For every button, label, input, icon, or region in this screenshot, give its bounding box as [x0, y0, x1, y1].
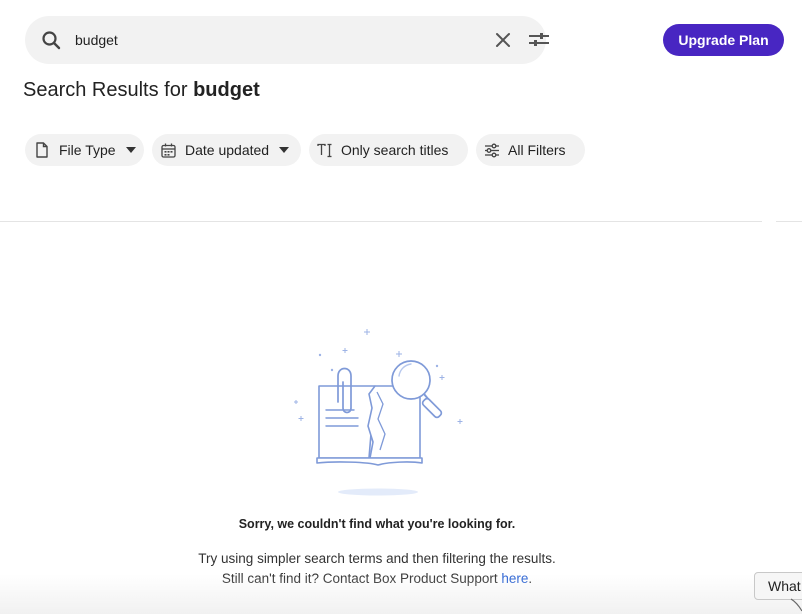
page-title-query: budget	[193, 79, 260, 101]
help-tab-label: What	[768, 578, 801, 594]
search-icon	[42, 31, 61, 50]
only-search-titles-label: Only search titles	[341, 142, 449, 158]
page-title: Search Results for budget	[23, 79, 260, 102]
date-updated-filter-label: Date updated	[185, 142, 270, 158]
contact-support-link[interactable]: here	[501, 571, 528, 586]
search-bar[interactable]	[25, 16, 549, 64]
file-type-filter[interactable]: File Type	[25, 134, 144, 166]
date-updated-filter[interactable]: Date updated	[152, 134, 301, 166]
file-icon	[36, 142, 48, 158]
empty-state-trailing: .	[528, 571, 533, 586]
text-cursor-icon	[317, 143, 332, 157]
file-type-filter-label: File Type	[59, 142, 116, 158]
results-divider	[0, 221, 802, 222]
chevron-down-icon	[125, 147, 136, 153]
corner-curve-icon	[790, 598, 802, 612]
search-input[interactable]	[75, 30, 455, 50]
all-filters-label: All Filters	[508, 142, 566, 158]
empty-state-message: Try using simpler search terms and then …	[197, 549, 557, 589]
empty-state-title: Sorry, we couldn't find what you're look…	[238, 517, 516, 531]
sliders-icon	[485, 143, 499, 157]
upgrade-plan-button[interactable]: Upgrade Plan	[663, 24, 784, 56]
all-filters-button[interactable]: All Filters	[476, 134, 585, 166]
page-title-prefix: Search Results for	[23, 79, 194, 101]
close-icon[interactable]	[493, 30, 513, 50]
help-tab[interactable]: What	[754, 572, 802, 600]
sliders-icon[interactable]	[528, 30, 550, 50]
only-search-titles-toggle[interactable]: Only search titles	[309, 134, 468, 166]
chevron-down-icon	[279, 147, 290, 153]
calendar-icon	[161, 143, 176, 158]
notebook-magnifier-illustration	[294, 329, 463, 496]
